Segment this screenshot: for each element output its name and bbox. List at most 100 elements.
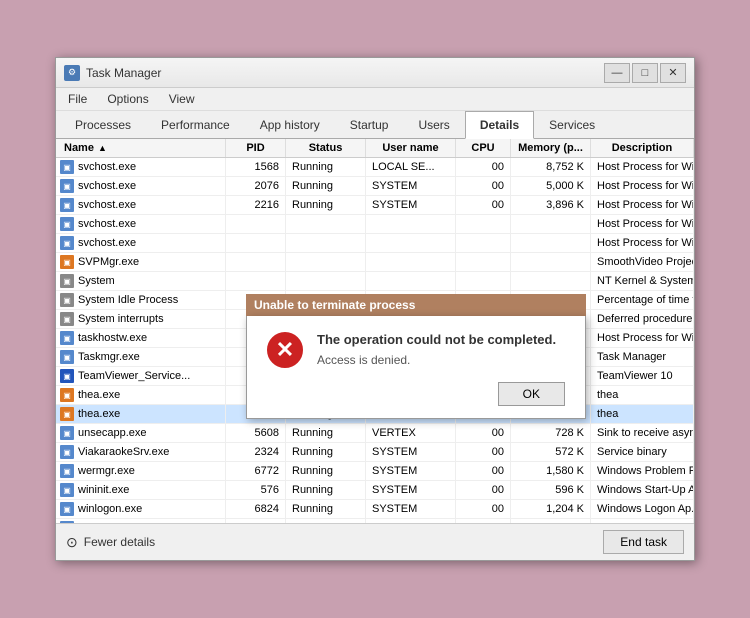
end-task-button[interactable]: End task bbox=[603, 530, 684, 554]
cell-pid: 6772 bbox=[226, 462, 286, 480]
cell-cpu: 00 bbox=[456, 424, 511, 442]
tab-startup[interactable]: Startup bbox=[335, 111, 404, 139]
cell-desc: Sink to receive asyn... bbox=[591, 424, 694, 442]
cell-status: Running bbox=[286, 481, 366, 499]
cell-pid: 1568 bbox=[226, 158, 286, 176]
process-icon: ▣ bbox=[60, 521, 74, 523]
error-dialog: Unable to terminate process ✕ The operat… bbox=[246, 294, 586, 419]
cell-user: NETWORK... bbox=[366, 519, 456, 523]
cell-status: Running bbox=[286, 443, 366, 461]
cell-name: ▣ winlogon.exe bbox=[56, 500, 226, 518]
cell-pid: 6824 bbox=[226, 500, 286, 518]
dialog-body: ✕ The operation could not be completed. … bbox=[246, 316, 586, 419]
col-username[interactable]: User name bbox=[366, 139, 456, 157]
cell-desc: thea bbox=[591, 386, 694, 404]
cell-pid: 576 bbox=[226, 481, 286, 499]
cell-memory bbox=[511, 215, 591, 233]
col-status[interactable]: Status bbox=[286, 139, 366, 157]
close-button[interactable]: ✕ bbox=[660, 63, 686, 83]
col-memory[interactable]: Memory (p... bbox=[511, 139, 591, 157]
cell-memory: 1,580 K bbox=[511, 462, 591, 480]
cell-status: Running bbox=[286, 462, 366, 480]
cell-name: ▣ System bbox=[56, 272, 226, 290]
tab-details[interactable]: Details bbox=[465, 111, 534, 139]
cell-user bbox=[366, 272, 456, 290]
col-name[interactable]: Name ▲ bbox=[56, 139, 226, 157]
cell-name: ▣ Taskmgr.exe bbox=[56, 348, 226, 366]
table-header: Name ▲ PID Status User name CPU Memory (… bbox=[56, 139, 694, 158]
table-row[interactable]: ▣ SVPMgr.exe SmoothVideo Projec... bbox=[56, 253, 694, 272]
table-row[interactable]: ▣ svchost.exe Host Process for Wi... bbox=[56, 215, 694, 234]
menu-options[interactable]: Options bbox=[103, 90, 152, 108]
cell-cpu: 00 bbox=[456, 500, 511, 518]
dialog-title: Unable to terminate process bbox=[254, 298, 415, 312]
process-icon: ▣ bbox=[60, 331, 74, 345]
cell-status: Running bbox=[286, 424, 366, 442]
table-row[interactable]: ▣ winlogon.exe 6824 Running SYSTEM 00 1,… bbox=[56, 500, 694, 519]
col-description[interactable]: Description bbox=[591, 139, 694, 157]
cell-status bbox=[286, 253, 366, 271]
cell-cpu: 00 bbox=[456, 481, 511, 499]
cell-cpu: 00 bbox=[456, 196, 511, 214]
table-row[interactable]: ▣ System NT Kernel & System bbox=[56, 272, 694, 291]
tab-app-history[interactable]: App history bbox=[245, 111, 335, 139]
cell-memory: 3,896 K bbox=[511, 196, 591, 214]
process-icon: ▣ bbox=[60, 179, 74, 193]
cell-cpu: 00 bbox=[456, 177, 511, 195]
cell-desc: Task Manager bbox=[591, 348, 694, 366]
tab-processes[interactable]: Processes bbox=[60, 111, 146, 139]
fewer-details-label: Fewer details bbox=[84, 535, 155, 549]
process-icon: ▣ bbox=[60, 236, 74, 250]
cell-pid: 2076 bbox=[226, 177, 286, 195]
menu-file[interactable]: File bbox=[64, 90, 91, 108]
table-row[interactable]: ▣ wininit.exe 576 Running SYSTEM 00 596 … bbox=[56, 481, 694, 500]
cell-desc: SmoothVideo Projec... bbox=[591, 253, 694, 271]
table-row[interactable]: ▣ svchost.exe 2076 Running SYSTEM 00 5,0… bbox=[56, 177, 694, 196]
tab-users[interactable]: Users bbox=[403, 111, 464, 139]
table-row[interactable]: ▣ WmiPrvSE.exe 1824 Running NETWORK... 0… bbox=[56, 519, 694, 523]
window-title: Task Manager bbox=[86, 66, 604, 80]
cell-pid bbox=[226, 234, 286, 252]
cell-name: ▣ thea.exe bbox=[56, 405, 226, 423]
cell-user: SYSTEM bbox=[366, 443, 456, 461]
cell-desc: thea bbox=[591, 405, 694, 423]
cell-memory: 728 K bbox=[511, 424, 591, 442]
cell-desc: Host Process for Wi... bbox=[591, 329, 694, 347]
tab-services[interactable]: Services bbox=[534, 111, 610, 139]
table-row[interactable]: ▣ svchost.exe 2216 Running SYSTEM 00 3,8… bbox=[56, 196, 694, 215]
cell-cpu: 00 bbox=[456, 462, 511, 480]
process-icon: ▣ bbox=[60, 350, 74, 364]
tab-bar: Processes Performance App history Startu… bbox=[56, 111, 694, 139]
task-manager-window: ⚙ Task Manager — □ ✕ File Options View P… bbox=[55, 57, 695, 561]
cell-user bbox=[366, 253, 456, 271]
process-icon: ▣ bbox=[60, 464, 74, 478]
maximize-button[interactable]: □ bbox=[632, 63, 658, 83]
fewer-details-button[interactable]: ⊙ Fewer details bbox=[66, 534, 155, 551]
cell-name: ▣ svchost.exe bbox=[56, 215, 226, 233]
table-row[interactable]: ▣ svchost.exe 1568 Running LOCAL SE... 0… bbox=[56, 158, 694, 177]
table-row[interactable]: ▣ svchost.exe Host Process for Wi... bbox=[56, 234, 694, 253]
cell-memory: 596 K bbox=[511, 481, 591, 499]
table-row[interactable]: ▣ ViakaraokeSrv.exe 2324 Running SYSTEM … bbox=[56, 443, 694, 462]
minimize-button[interactable]: — bbox=[604, 63, 630, 83]
dialog-main-text: The operation could not be completed. bbox=[317, 332, 556, 347]
cell-name: ▣ svchost.exe bbox=[56, 234, 226, 252]
cell-status bbox=[286, 215, 366, 233]
dialog-content: ✕ The operation could not be completed. … bbox=[267, 332, 565, 368]
col-cpu[interactable]: CPU bbox=[456, 139, 511, 157]
process-icon: ▣ bbox=[60, 502, 74, 516]
table-row[interactable]: ▣ unsecapp.exe 5608 Running VERTEX 00 72… bbox=[56, 424, 694, 443]
cell-status: Running bbox=[286, 519, 366, 523]
ok-button[interactable]: OK bbox=[498, 382, 565, 406]
menu-view[interactable]: View bbox=[165, 90, 199, 108]
cell-pid: 1824 bbox=[226, 519, 286, 523]
table-row[interactable]: ▣ wermgr.exe 6772 Running SYSTEM 00 1,58… bbox=[56, 462, 694, 481]
app-icon: ⚙ bbox=[64, 65, 80, 81]
cell-name: ▣ wininit.exe bbox=[56, 481, 226, 499]
cell-memory: 572 K bbox=[511, 443, 591, 461]
dialog-text: The operation could not be completed. Ac… bbox=[317, 332, 556, 367]
process-icon: ▣ bbox=[60, 483, 74, 497]
cell-desc: Service binary bbox=[591, 443, 694, 461]
col-pid[interactable]: PID bbox=[226, 139, 286, 157]
tab-performance[interactable]: Performance bbox=[146, 111, 245, 139]
